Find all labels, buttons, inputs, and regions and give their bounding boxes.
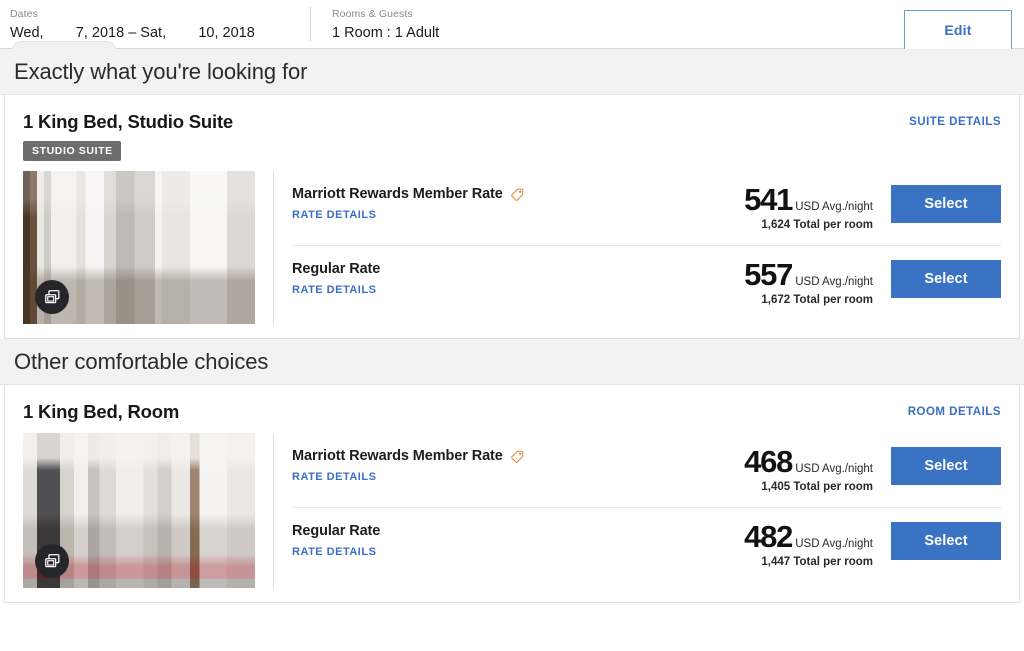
price-total: 1,672 Total per room bbox=[761, 294, 873, 306]
edit-search-button[interactable]: Edit bbox=[904, 10, 1012, 50]
rate-name: Marriott Rewards Member Rate bbox=[292, 448, 681, 464]
dates-value: Wed, 7, 2018 – Sat, 10, 2018 bbox=[10, 25, 255, 41]
rate-name-text: Regular Rate bbox=[292, 523, 381, 539]
select-rate-button[interactable]: Select bbox=[891, 447, 1001, 485]
price-unit: USD Avg./night bbox=[795, 276, 873, 288]
rate-list: Marriott Rewards Member Rate RATE DETAILS… bbox=[273, 433, 1001, 588]
rate-price: 541 USD Avg./night 1,624 Total per room bbox=[681, 183, 891, 232]
photo-gallery-icon[interactable] bbox=[35, 544, 69, 578]
room-details-link[interactable]: ROOM DETAILS bbox=[908, 401, 1001, 418]
price-unit: USD Avg./night bbox=[795, 201, 873, 213]
section-heading: Other comfortable choices bbox=[14, 348, 269, 374]
select-rate-button[interactable]: Select bbox=[891, 185, 1001, 223]
room-card: 1 King Bed, Studio Suite STUDIO SUITE SUIT… bbox=[4, 95, 1020, 339]
rate-info: Marriott Rewards Member Rate RATE DETAILS bbox=[292, 445, 681, 485]
price-total: 1,447 Total per room bbox=[761, 556, 873, 568]
rate-info: Regular Rate RATE DETAILS bbox=[292, 520, 681, 560]
room-header-left: 1 King Bed, Room bbox=[23, 401, 908, 423]
rooms-guests-label: Rooms & Guests bbox=[332, 8, 413, 20]
price-main: 557 USD Avg./night bbox=[681, 259, 873, 291]
rate-price: 468 USD Avg./night 1,405 Total per room bbox=[681, 445, 891, 494]
room-photo[interactable] bbox=[23, 433, 255, 588]
price-amount: 482 bbox=[744, 519, 793, 554]
hotel-room-results-page: Dates Wed, 7, 2018 – Sat, 10, 2018 Rooms… bbox=[0, 0, 1024, 651]
price-amount: 468 bbox=[744, 444, 793, 479]
rate-info: Regular Rate RATE DETAILS bbox=[292, 258, 681, 298]
sections-container: Exactly what you're looking for 1 King Be… bbox=[0, 49, 1024, 603]
rate-name: Regular Rate bbox=[292, 261, 681, 277]
rate-info: Marriott Rewards Member Rate RATE DETAILS bbox=[292, 183, 681, 223]
room-header: 1 King Bed, Room ROOM DETAILS bbox=[5, 385, 1019, 433]
price-unit: USD Avg./night bbox=[795, 538, 873, 550]
rate-row: Marriott Rewards Member Rate RATE DETAILS… bbox=[292, 433, 1001, 507]
room-type-badge: STUDIO SUITE bbox=[23, 141, 121, 161]
price-main: 468 USD Avg./night bbox=[681, 446, 873, 478]
section-heading-band: Exactly what you're looking for bbox=[0, 49, 1024, 95]
section-heading-band: Other comfortable choices bbox=[0, 339, 1024, 385]
rate-details-link[interactable]: RATE DETAILS bbox=[292, 546, 376, 558]
select-rate-button[interactable]: Select bbox=[891, 522, 1001, 560]
rate-row: Regular Rate RATE DETAILS 482 USD Avg./nigh… bbox=[292, 507, 1001, 582]
photo-gallery-icon[interactable] bbox=[35, 280, 69, 314]
dates-label: Dates bbox=[10, 8, 38, 20]
rate-name-text: Regular Rate bbox=[292, 261, 381, 277]
rate-name-text: Marriott Rewards Member Rate bbox=[292, 448, 503, 464]
rate-price: 482 USD Avg./night 1,447 Total per room bbox=[681, 520, 891, 569]
price-amount: 557 bbox=[744, 257, 793, 292]
price-main: 541 USD Avg./night bbox=[681, 184, 873, 216]
section-heading: Exactly what you're looking for bbox=[14, 58, 308, 84]
price-tag-icon bbox=[510, 449, 525, 464]
rate-details-link[interactable]: RATE DETAILS bbox=[292, 284, 376, 296]
room-title: 1 King Bed, Room bbox=[23, 401, 180, 422]
price-total: 1,405 Total per room bbox=[761, 481, 873, 493]
rate-name: Marriott Rewards Member Rate bbox=[292, 186, 681, 202]
rate-row: Marriott Rewards Member Rate RATE DETAILS… bbox=[292, 171, 1001, 245]
rate-price: 557 USD Avg./night 1,672 Total per room bbox=[681, 258, 891, 307]
price-unit: USD Avg./night bbox=[795, 463, 873, 475]
select-rate-button[interactable]: Select bbox=[891, 260, 1001, 298]
room-header-left: 1 King Bed, Studio Suite STUDIO SUITE bbox=[23, 111, 909, 161]
price-tag-icon bbox=[510, 187, 525, 202]
price-total: 1,624 Total per room bbox=[761, 219, 873, 231]
room-photo[interactable] bbox=[23, 171, 255, 324]
room-title: 1 King Bed, Studio Suite bbox=[23, 111, 234, 132]
rate-name: Regular Rate bbox=[292, 523, 681, 539]
room-body: Marriott Rewards Member Rate RATE DETAILS… bbox=[5, 433, 1019, 602]
price-main: 482 USD Avg./night bbox=[681, 521, 873, 553]
room-header: 1 King Bed, Studio Suite STUDIO SUITE SUIT… bbox=[5, 95, 1019, 171]
search-summary-bar: Dates Wed, 7, 2018 – Sat, 10, 2018 Rooms… bbox=[0, 0, 1024, 57]
rate-name-text: Marriott Rewards Member Rate bbox=[292, 186, 503, 202]
price-amount: 541 bbox=[744, 182, 793, 217]
rate-list: Marriott Rewards Member Rate RATE DETAILS… bbox=[273, 171, 1001, 324]
rooms-guests-field[interactable]: Rooms & Guests 1 Room : 1 Adult bbox=[310, 6, 610, 42]
rooms-guests-value: 1 Room : 1 Adult bbox=[332, 25, 440, 41]
rate-details-link[interactable]: RATE DETAILS bbox=[292, 209, 376, 221]
room-details-link[interactable]: SUITE DETAILS bbox=[909, 111, 1001, 128]
room-card: 1 King Bed, Room ROOM DETAILS Marriott Rew… bbox=[4, 385, 1020, 603]
room-body: Marriott Rewards Member Rate RATE DETAILS… bbox=[5, 171, 1019, 338]
rate-row: Regular Rate RATE DETAILS 557 USD Avg./nigh… bbox=[292, 245, 1001, 320]
rate-details-link[interactable]: RATE DETAILS bbox=[292, 471, 376, 483]
dates-field[interactable]: Dates Wed, 7, 2018 – Sat, 10, 2018 bbox=[10, 6, 310, 42]
